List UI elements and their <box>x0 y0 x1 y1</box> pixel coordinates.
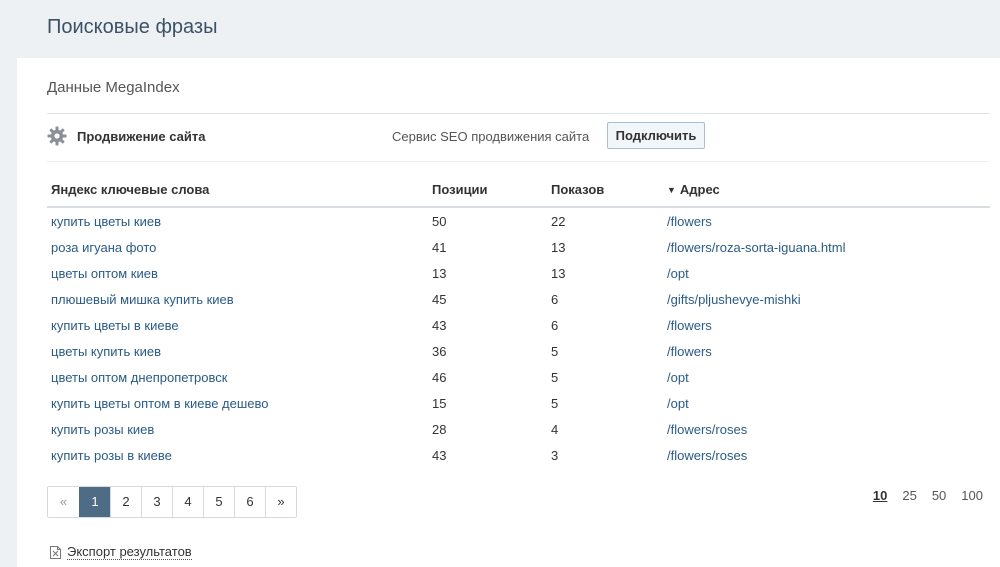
pagination-page[interactable]: 5 <box>203 487 234 517</box>
pagination: «1 2 3 4 5 6» <box>47 486 297 518</box>
shows-cell: 6 <box>551 291 559 307</box>
table-row: купить цветы киев 50 22/flowers <box>47 207 990 234</box>
address-link[interactable]: /flowers <box>663 338 990 364</box>
table-row: плюшевый мишка купить киев 45 6/gifts/plju… <box>47 286 990 312</box>
header-address-label: Адрес <box>679 182 720 197</box>
address-link[interactable]: /opt <box>663 260 990 286</box>
table-row: купить розы киев 28 4/flowers/roses <box>47 416 990 442</box>
shows-cell: 5 <box>551 343 559 359</box>
table-row: купить цветы в киеве 43 6/flowers <box>47 312 990 338</box>
address-link[interactable]: /flowers/roses <box>663 416 990 442</box>
pagination-prev[interactable]: « <box>48 487 79 517</box>
shows-cell: 13 <box>551 239 566 255</box>
keyword-link[interactable]: купить цветы оптом в киеве дешево <box>47 390 428 416</box>
address-link[interactable]: /flowers/roza-sorta-iguana.html <box>663 234 990 260</box>
document-icon <box>50 545 61 559</box>
pagination-page[interactable]: 4 <box>172 487 203 517</box>
divider <box>47 113 990 114</box>
position-cell: 45 <box>432 291 447 307</box>
shows-cell: 3 <box>551 447 559 463</box>
per-page-selector: 10 25 50 100 <box>873 488 983 503</box>
table-row: цветы оптом киев 13 13/opt <box>47 260 990 286</box>
keyword-link[interactable]: купить розы киев <box>47 416 428 442</box>
keyword-link[interactable]: цветы оптом днепропетровск <box>47 364 428 390</box>
shows-cell: 5 <box>551 395 559 411</box>
section-title: Данные MegaIndex <box>47 79 180 96</box>
keywords-table: Яндекс ключевые слова Позиции Показов ▼ А… <box>47 173 990 468</box>
table-row: роза игуана фото 41 13/flowers/roza-sorta-… <box>47 234 990 260</box>
promo-description: Сервис SEO продвижения сайта <box>392 129 590 144</box>
shows-cell: 6 <box>551 317 559 333</box>
pagination-page[interactable]: 2 <box>110 487 141 517</box>
position-cell: 13 <box>432 265 447 281</box>
per-page-option[interactable]: 25 <box>902 488 916 503</box>
table-row: цветы купить киев 36 5/flowers <box>47 338 990 364</box>
position-cell: 43 <box>432 317 447 333</box>
address-link[interactable]: /gifts/pljushevye-mishki <box>663 286 990 312</box>
shows-cell: 13 <box>551 265 566 281</box>
address-link[interactable]: /opt <box>663 364 990 390</box>
keyword-link[interactable]: цветы оптом киев <box>47 260 428 286</box>
header-keywords[interactable]: Яндекс ключевые слова <box>47 173 428 208</box>
header-address[interactable]: ▼ Адрес <box>663 173 990 208</box>
export-results-link[interactable]: Экспорт результатов <box>50 544 192 560</box>
divider <box>47 161 990 162</box>
table-row: цветы оптом днепропетровск 46 5/opt <box>47 364 990 390</box>
keyword-link[interactable]: купить розы в киеве <box>47 442 428 468</box>
shows-cell: 4 <box>551 421 559 437</box>
table-header-row: Яндекс ключевые слова Позиции Показов ▼ А… <box>47 173 990 208</box>
keyword-link[interactable]: купить цветы в киеве <box>47 312 428 338</box>
table-row: купить цветы оптом в киеве дешево 15 5/opt <box>47 390 990 416</box>
connect-button[interactable]: Подключить <box>607 122 705 149</box>
per-page-option[interactable]: 50 <box>932 488 946 503</box>
content-panel: Данные MegaIndex Продвижение сайта Серви… <box>17 58 1000 567</box>
keyword-link[interactable]: роза игуана фото <box>47 234 428 260</box>
page-header: Поисковые фразы <box>0 0 1000 58</box>
keyword-link[interactable]: цветы купить киев <box>47 338 428 364</box>
position-cell: 46 <box>432 369 447 385</box>
position-cell: 36 <box>432 343 447 359</box>
header-positions[interactable]: Позиции <box>428 173 547 208</box>
export-label: Экспорт результатов <box>67 544 192 560</box>
address-link[interactable]: /flowers/roses <box>663 442 990 468</box>
sort-desc-icon: ▼ <box>667 185 676 195</box>
position-cell: 43 <box>432 447 447 463</box>
promo-label: Продвижение сайта <box>77 129 206 144</box>
table-body: купить цветы киев 50 22/flowers роза игуана… <box>47 207 990 468</box>
position-cell: 15 <box>432 395 447 411</box>
per-page-option[interactable]: 10 <box>873 488 887 503</box>
pagination-page[interactable]: 1 <box>79 487 110 517</box>
header-shows[interactable]: Показов <box>547 173 663 208</box>
gear-icon <box>47 126 67 146</box>
keyword-link[interactable]: плюшевый мишка купить киев <box>47 286 428 312</box>
position-cell: 41 <box>432 239 447 255</box>
page-title: Поисковые фразы <box>47 16 218 38</box>
shows-cell: 22 <box>551 213 566 229</box>
promo-row: Продвижение сайта Сервис SEO продвижения… <box>47 118 990 160</box>
address-link[interactable]: /opt <box>663 390 990 416</box>
pagination-page[interactable]: 3 <box>141 487 172 517</box>
pagination-next[interactable]: » <box>265 487 296 517</box>
keyword-link[interactable]: купить цветы киев <box>47 207 428 234</box>
per-page-option[interactable]: 100 <box>961 488 983 503</box>
position-cell: 50 <box>432 213 447 229</box>
pagination-page[interactable]: 6 <box>234 487 265 517</box>
shows-cell: 5 <box>551 369 559 385</box>
table-row: купить розы в киеве 43 3/flowers/roses <box>47 442 990 468</box>
position-cell: 28 <box>432 421 447 437</box>
address-link[interactable]: /flowers <box>663 207 990 234</box>
address-link[interactable]: /flowers <box>663 312 990 338</box>
